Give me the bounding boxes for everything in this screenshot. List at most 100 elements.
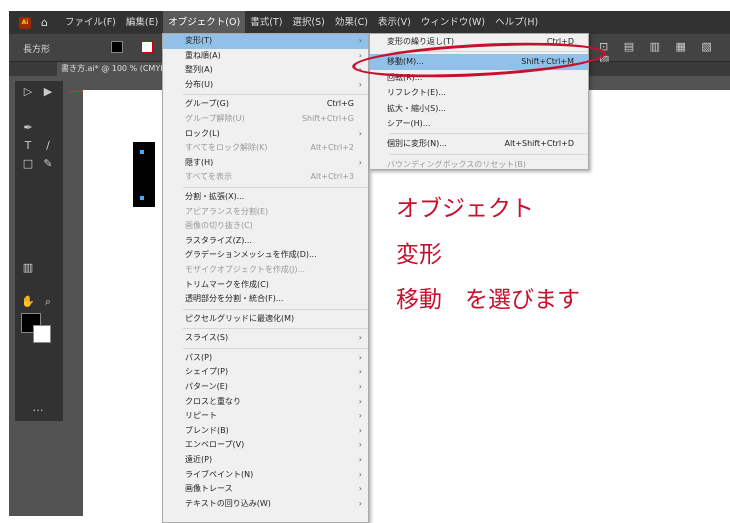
menu-item[interactable]: クロスと重なり › — [163, 395, 368, 410]
pen-tool-icon[interactable]: ✒ — [18, 121, 38, 134]
menu-item: すべてをロック解除(K) Alt+Ctrl+2 — [163, 141, 368, 156]
menu-item[interactable]: スライス(S) › — [163, 331, 368, 346]
menu-item-label: バウンディングボックスのリセット(B) — [387, 159, 526, 169]
menu-item[interactable]: ブレンド(B) › — [163, 424, 368, 439]
menu-item-label: すべてを表示 — [185, 172, 232, 182]
menu-item-label: グループ(G) — [185, 99, 229, 109]
menu-item[interactable]: リピート › — [163, 409, 368, 424]
chart-tool-icon[interactable]: ▥ — [18, 261, 38, 274]
menu-6[interactable]: 表示(V) — [373, 11, 416, 34]
menu-item[interactable]: 遠近(P) › — [163, 453, 368, 468]
menu-item[interactable]: パターン(E) › — [163, 380, 368, 395]
menu-7[interactable]: ウィンドウ(W) — [416, 11, 490, 34]
menu-separator — [390, 153, 588, 155]
tools-panel: ▷ ▶ ✒ T / □ ✎ ▥ ✋ ⌕ … — [15, 81, 63, 421]
menu-separator — [183, 308, 368, 310]
chevron-right-icon: › — [358, 352, 362, 362]
menu-separator — [183, 94, 368, 96]
menu-item[interactable]: 隠す(H) › — [163, 156, 368, 171]
selected-rectangle[interactable] — [133, 142, 155, 207]
menu-item: グループ解除(U) Shift+Ctrl+G — [163, 112, 368, 127]
chevron-right-icon: › — [358, 411, 362, 421]
menu-item[interactable]: トリムマークを作成(C) — [163, 278, 368, 293]
menu-item[interactable]: ピクセルグリッドに最適化(M) — [163, 312, 368, 327]
direct-selection-tool-icon[interactable]: ▶ — [38, 85, 58, 98]
object-menu: 変形(T) › 重ね順(A) › 整列(A) › 分布(U) › グループ(G) Ctrl+G グル… — [162, 33, 369, 523]
menu-item-label: 変形(T) — [185, 36, 213, 45]
menu-item-label: 画像トレース — [185, 484, 233, 494]
annotation-line-1: オブジェクト — [396, 196, 534, 222]
menu-item-label: すべてをロック解除(K) — [185, 143, 268, 153]
menu-bar: Ai ⌂ ファイル(F) 編集(E) オブジェクト(O) 書式(T) 選択(S) 効果(C… — [9, 11, 730, 34]
menu-item[interactable]: パス(P) › — [163, 351, 368, 366]
stroke-swatch[interactable] — [141, 41, 153, 53]
zoom-tool-icon[interactable]: ⌕ — [38, 295, 58, 309]
menu-item-shortcut: Alt+Ctrl+3 — [310, 172, 354, 182]
menu-item[interactable]: グラデーションメッシュを作成(D)... — [163, 248, 368, 263]
menu-item-shortcut: Ctrl+G — [326, 99, 354, 109]
menu-item-label: エンベロープ(V) — [185, 440, 245, 450]
menu-item: アピアランスを分割(E) — [163, 205, 368, 220]
chevron-right-icon: › — [358, 382, 362, 392]
menu-item[interactable]: 透明部分を分割・統合(F)... — [163, 292, 368, 307]
menu-item-shortcut: Alt+Ctrl+2 — [310, 143, 354, 153]
chevron-right-icon: › — [358, 455, 362, 465]
brush-tool-icon[interactable]: ✎ — [38, 157, 58, 170]
rectangle-tool-icon[interactable]: □ — [18, 157, 38, 170]
menu-item-label: パターン(E) — [185, 382, 228, 392]
more-tools-icon[interactable]: … — [28, 401, 48, 414]
menu-item[interactable]: グループ(G) Ctrl+G — [163, 97, 368, 112]
chevron-right-icon: › — [358, 469, 362, 479]
menu-item-label: クロスと重なり — [185, 396, 241, 406]
menu-item-label: 個別に変形(N)... — [387, 139, 447, 149]
stroke-color-box[interactable] — [33, 325, 51, 343]
menu-4[interactable]: 選択(S) — [287, 11, 329, 34]
menu-item[interactable]: 重ね順(A) › — [163, 49, 368, 64]
menu-item-label: 重ね順(A) — [185, 50, 221, 60]
menu-item-label: モザイクオブジェクトを作成(J)... — [185, 264, 306, 274]
menu-item[interactable]: 分割・拡張(X)... — [163, 190, 368, 205]
menu-0[interactable]: ファイル(F) — [60, 11, 121, 34]
menu-item[interactable]: 画像トレース › — [163, 482, 368, 497]
menu-item-label: シェイプ(P) — [185, 367, 229, 377]
menu-5[interactable]: 効果(C) — [330, 11, 373, 34]
menu-item-label: アピアランスを分割(E) — [185, 206, 269, 216]
menu-1[interactable]: 編集(E) — [121, 11, 163, 34]
menu-item-shortcut: Alt+Shift+Ctrl+D — [504, 139, 574, 149]
menu-item[interactable]: シアー(H)... — [370, 116, 588, 131]
hand-tool-icon[interactable]: ✋ — [18, 295, 38, 308]
menu-item[interactable]: テキストの回り込み(W) › — [163, 497, 368, 512]
chevron-right-icon: › — [358, 157, 362, 167]
menu-item-label: ロック(L) — [185, 128, 220, 138]
menu-item[interactable]: ロック(L) › — [163, 127, 368, 142]
annotation-line-3: 移動 を選びます — [396, 287, 580, 313]
menu-item[interactable]: リフレクト(E)... — [370, 85, 588, 100]
menu-item[interactable]: 変形(T) › — [163, 34, 368, 49]
menu-item[interactable]: 個別に変形(N)... Alt+Shift+Ctrl+D — [370, 136, 588, 151]
chevron-right-icon: › — [358, 396, 362, 406]
home-icon[interactable]: ⌂ — [41, 16, 48, 29]
menu-2[interactable]: オブジェクト(O) — [163, 11, 246, 34]
chevron-right-icon: › — [358, 333, 362, 343]
menu-item[interactable]: 整列(A) › — [163, 63, 368, 78]
menu-item[interactable]: エンベロープ(V) › — [163, 438, 368, 453]
type-tool-icon[interactable]: T — [18, 139, 38, 152]
menu-item-label: ブレンド(B) — [185, 425, 229, 435]
menu-3[interactable]: 書式(T) — [245, 11, 287, 34]
menu-item: バウンディングボックスのリセット(B) — [370, 157, 588, 172]
menu-item[interactable]: ラスタライズ(Z)... — [163, 234, 368, 249]
menu-item[interactable]: シェイプ(P) › — [163, 365, 368, 380]
menu-item[interactable]: 拡大・縮小(S)... — [370, 101, 588, 116]
selection-tool-icon[interactable]: ▷ — [18, 85, 38, 98]
menu-item-label: 画像の切り抜き(C) — [185, 221, 253, 231]
chevron-right-icon: › — [358, 440, 362, 450]
menu-item-label: 変形の繰り返し(T) — [387, 37, 455, 46]
menu-8[interactable]: ヘルプ(H) — [490, 11, 543, 34]
document-tab[interactable]: 書き方.ai* @ 100 % (CMYK/プ — [57, 62, 167, 76]
menu-separator — [183, 186, 368, 188]
menu-item[interactable]: ライブペイント(N) › — [163, 468, 368, 483]
menu-item-label: 分布(U) — [185, 79, 214, 89]
line-tool-icon[interactable]: / — [38, 139, 58, 152]
menu-item[interactable]: 分布(U) › — [163, 78, 368, 93]
fill-swatch[interactable] — [111, 41, 123, 53]
